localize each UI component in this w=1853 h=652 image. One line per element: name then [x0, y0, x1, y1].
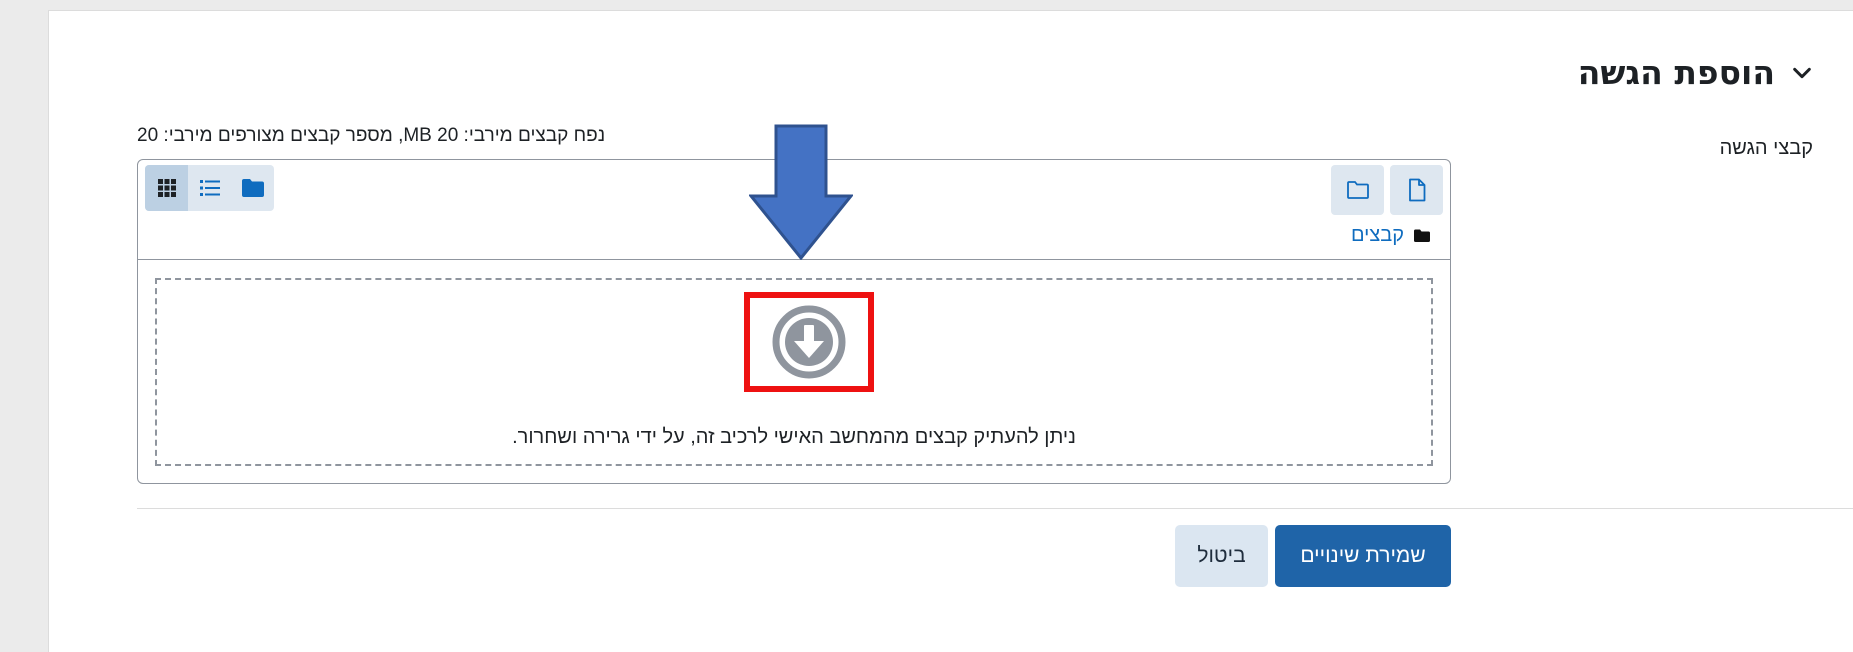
icons-view-button[interactable]	[145, 165, 188, 211]
list-icon	[199, 180, 220, 196]
file-actions-group	[1331, 165, 1443, 215]
folder-icon	[241, 179, 264, 197]
download-circle-icon[interactable]	[772, 305, 846, 379]
section-header[interactable]: הוספת הגשה	[1578, 53, 1813, 92]
dropzone-instructions: ניתן להעתיק קבצים מהמחשב האישי לרכיב זה,…	[512, 426, 1076, 448]
form-divider	[137, 508, 1853, 509]
grid-icon	[157, 179, 176, 197]
path-folder-link[interactable]: קבצים	[1351, 224, 1404, 247]
section-title: הוספת הגשה	[1577, 53, 1775, 92]
file-icon	[1408, 178, 1425, 202]
folder-icon	[1414, 229, 1430, 242]
folder-outline-icon	[1346, 181, 1369, 199]
annotation-arrow-icon	[749, 124, 853, 260]
tree-view-button[interactable]	[231, 165, 274, 211]
page-card: הוספת הגשה קבצי הגשה נפח קבצים מירבי: 20…	[48, 10, 1853, 652]
save-changes-button[interactable]: שמירת שינויים	[1275, 525, 1451, 587]
file-path-breadcrumb: קבצים	[1351, 224, 1430, 247]
field-label: קבצי הגשה	[1719, 137, 1813, 159]
file-dropzone[interactable]: ניתן להעתיק קבצים מהמחשב האישי לרכיב זה,…	[155, 278, 1433, 466]
chevron-down-icon[interactable]	[1791, 62, 1813, 84]
list-view-button[interactable]	[188, 165, 231, 211]
view-mode-group	[145, 165, 274, 211]
file-limits-text: נפח קבצים מירבי: 20 MB, מספר קבצים מצורפ…	[137, 125, 606, 146]
cancel-button[interactable]: ביטול	[1175, 525, 1268, 587]
add-file-button[interactable]	[1390, 165, 1443, 215]
create-folder-button[interactable]	[1331, 165, 1384, 215]
drop-icon-highlight	[744, 292, 874, 392]
